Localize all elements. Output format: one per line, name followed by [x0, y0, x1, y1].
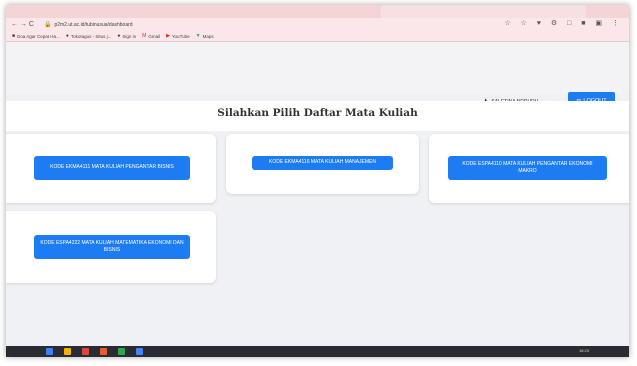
address-bar: ← → C 🔒 p2m2.ut.ac.id/tubinusua/dashboar… — [6, 18, 629, 31]
bookmark-icon: M — [142, 33, 147, 39]
course-button-ekma4111[interactable]: KODE EKMA4111 MATA KULIAH PENGANTAR BISN… — [34, 156, 190, 180]
lock-icon: 🔒 — [43, 22, 52, 28]
browser-window: ← → C 🔒 p2m2.ut.ac.id/tubinusua/dashboar… — [6, 5, 629, 357]
taskbar-clock: 16:23 — [578, 348, 589, 353]
bookmark-item[interactable]: ■ Doa Agar Cepat Ha... — [12, 33, 60, 39]
url-field[interactable]: p2m2.ut.ac.id/tubinusua/dashboard — [54, 22, 132, 28]
tab-strip — [6, 5, 629, 18]
browser-toolbar-icons[interactable]: ☆ ☆ ♥ ⚙ □ ■ ▣ ⋮ — [504, 19, 623, 27]
taskbar-app-icon[interactable] — [64, 348, 71, 355]
bookmarks-bar: ■ Doa Agar Cepat Ha... ● Tokotagus - Situs… — [6, 31, 629, 42]
bookmark-label: Sign in — [122, 33, 137, 39]
bookmark-item[interactable]: M Gmail — [142, 33, 160, 39]
navigation-icons[interactable]: ← → C — [11, 21, 34, 28]
start-icon[interactable] — [46, 348, 53, 355]
bookmark-icon: ■ — [12, 33, 16, 39]
bookmark-icon: ▶ — [166, 33, 170, 39]
bookmark-label: Gmail — [148, 33, 161, 39]
bookmark-label: Maps — [202, 33, 214, 39]
course-button-espa4110[interactable]: KODE ESPA4110 MATA KULIAH PENGANTAR EKON… — [448, 156, 607, 180]
bookmark-icon: ● — [117, 33, 121, 39]
course-card: KODE ESPA4222 MATA KULIAH MATEMATIKA EKO… — [6, 211, 216, 283]
bookmark-label: Doa Agar Cepat Ha... — [17, 33, 60, 39]
course-button-ekma4116[interactable]: KODE EKMA4116 MATA KULIAH MANAJEMEN — [252, 156, 393, 170]
taskbar-app-icon[interactable] — [118, 348, 125, 355]
course-card: KODE EKMA4111 MATA KULIAH PENGANTAR BISN… — [6, 134, 216, 203]
course-card: KODE EKMA4116 MATA KULIAH MANAJEMEN — [226, 134, 419, 194]
bookmark-icon: ▼ — [195, 33, 201, 39]
bookmark-label: YouTube — [171, 33, 190, 39]
bookmark-item[interactable]: ▼ Maps — [196, 33, 214, 39]
os-taskbar: 16:23 — [6, 346, 629, 357]
course-card: KODE ESPA4110 MATA KULIAH PENGANTAR EKON… — [429, 134, 629, 203]
bookmark-icon: ● — [65, 33, 69, 39]
browser-tab[interactable] — [381, 5, 586, 18]
bookmark-item[interactable]: ▶ YouTube — [166, 33, 190, 39]
bookmark-item[interactable]: ● Tokotagus - Situs j... — [66, 33, 112, 39]
course-button-espa4222[interactable]: KODE ESPA4222 MATA KULIAH MATEMATIKA EKO… — [34, 235, 190, 259]
top-navbar — [6, 42, 629, 94]
taskbar-app-icon[interactable] — [82, 348, 89, 355]
taskbar-app-icon[interactable] — [136, 348, 143, 355]
bookmark-item[interactable]: ● Sign in — [117, 33, 136, 39]
taskbar-app-icon[interactable] — [100, 348, 107, 355]
page-title: Silahkan Pilih Daftar Mata Kuliah — [217, 107, 418, 119]
bookmark-label: Tokotagus - Situs j... — [70, 33, 112, 39]
